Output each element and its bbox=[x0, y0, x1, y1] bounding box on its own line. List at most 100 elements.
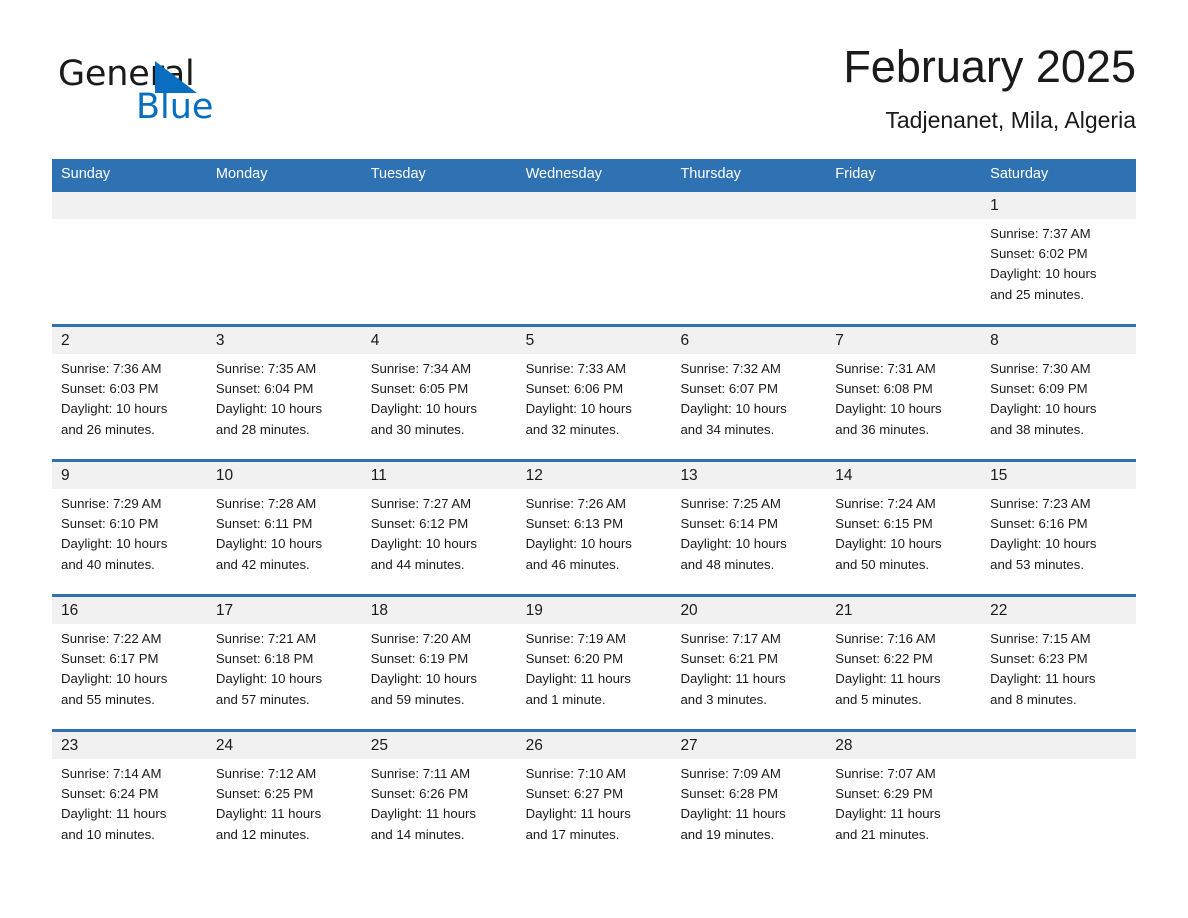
day-cell-23[interactable]: 23 Sunrise: 7:14 AM Sunset: 6:24 PM Dayligh… bbox=[52, 729, 207, 864]
day-cell-8[interactable]: 8 Sunrise: 7:30 AM Sunset: 6:09 PM Daylight… bbox=[981, 324, 1137, 459]
day-sun-info: Sunrise: 7:19 AM Sunset: 6:20 PM Daylight:… bbox=[517, 624, 672, 710]
weekday-header-friday: Friday bbox=[835, 166, 876, 182]
day-cell-empty bbox=[671, 189, 827, 324]
sunset-text: Sunset: 6:16 PM bbox=[990, 516, 1088, 532]
day-cell-12[interactable]: 12 Sunrise: 7:26 AM Sunset: 6:13 PM Dayligh… bbox=[516, 459, 672, 594]
day-number-band: 26 bbox=[516, 732, 672, 759]
calendar-week-row: 23 Sunrise: 7:14 AM Sunset: 6:24 PM Dayligh… bbox=[52, 729, 1137, 864]
daylight-text-line1: Daylight: 10 hours bbox=[680, 536, 787, 552]
day-cell-21[interactable]: 21 Sunrise: 7:16 AM Sunset: 6:22 PM Dayligh… bbox=[826, 594, 982, 729]
calendar-page: General Blue February 2025 Tadjenanet, M… bbox=[0, 0, 1188, 918]
day-cell-3[interactable]: 3 Sunrise: 7:35 AM Sunset: 6:04 PM Daylight… bbox=[206, 324, 362, 459]
day-cell-7[interactable]: 7 Sunrise: 7:31 AM Sunset: 6:08 PM Daylight… bbox=[826, 324, 982, 459]
day-cell-9[interactable]: 9 Sunrise: 7:29 AM Sunset: 6:10 PM Daylight… bbox=[52, 459, 207, 594]
daylight-text-line1: Daylight: 11 hours bbox=[525, 671, 631, 687]
day-number: 15 bbox=[990, 467, 1008, 484]
sunset-text: Sunset: 6:29 PM bbox=[835, 786, 933, 802]
day-number-band: 8 bbox=[981, 327, 1137, 354]
day-cell-20[interactable]: 20 Sunrise: 7:17 AM Sunset: 6:21 PM Dayligh… bbox=[671, 594, 827, 729]
day-number: 18 bbox=[370, 602, 388, 619]
sunrise-text: Sunrise: 7:09 AM bbox=[680, 766, 781, 781]
day-number: 11 bbox=[370, 467, 387, 484]
sunrise-text: Sunrise: 7:27 AM bbox=[370, 496, 472, 511]
day-number: 20 bbox=[680, 602, 698, 619]
day-cell-16[interactable]: 16 Sunrise: 7:22 AM Sunset: 6:17 PM Dayligh… bbox=[52, 594, 207, 729]
day-cell-17[interactable]: 17 Sunrise: 7:21 AM Sunset: 6:18 PM Dayligh… bbox=[206, 594, 362, 729]
day-number: 9 bbox=[61, 467, 70, 484]
sunset-text: Sunset: 6:05 PM bbox=[370, 381, 469, 397]
weekday-header-wednesday: Wednesday bbox=[525, 166, 602, 182]
day-cell-26[interactable]: 26 Sunrise: 7:10 AM Sunset: 6:27 PM Dayligh… bbox=[516, 729, 672, 864]
sunrise-text: Sunrise: 7:26 AM bbox=[525, 496, 627, 511]
day-sun-info: Sunrise: 7:30 AM Sunset: 6:09 PM Daylight:… bbox=[981, 354, 1136, 440]
day-cell-4[interactable]: 4 Sunrise: 7:34 AM Sunset: 6:05 PM Daylight… bbox=[361, 324, 517, 459]
sunset-text: Sunset: 6:09 PM bbox=[990, 381, 1088, 397]
day-cell-24[interactable]: 24 Sunrise: 7:12 AM Sunset: 6:25 PM Dayligh… bbox=[206, 729, 362, 864]
daylight-text-line2: and 17 minutes. bbox=[525, 826, 620, 842]
day-number-band: 24 bbox=[206, 732, 362, 759]
daylight-text-line2: and 50 minutes. bbox=[835, 556, 930, 572]
day-cell-13[interactable]: 13 Sunrise: 7:25 AM Sunset: 6:14 PM Dayligh… bbox=[671, 459, 827, 594]
day-cell-5[interactable]: 5 Sunrise: 7:33 AM Sunset: 6:06 PM Daylight… bbox=[516, 324, 672, 459]
daylight-text-line1: Daylight: 10 hours bbox=[61, 671, 168, 687]
sunset-text: Sunset: 6:24 PM bbox=[61, 786, 159, 802]
page-header: General Blue February 2025 Tadjenanet, M… bbox=[52, 40, 1136, 148]
day-sun-info: Sunrise: 7:10 AM Sunset: 6:27 PM Daylight:… bbox=[517, 759, 672, 845]
sunset-text: Sunset: 6:03 PM bbox=[61, 381, 159, 397]
sunset-text: Sunset: 6:04 PM bbox=[215, 381, 314, 397]
sunset-text: Sunset: 6:08 PM bbox=[835, 381, 933, 397]
daylight-text-line2: and 44 minutes. bbox=[370, 556, 465, 572]
day-number-band: 2 bbox=[52, 327, 207, 354]
daylight-text-line2: and 38 minutes. bbox=[990, 421, 1084, 437]
day-sun-info: Sunrise: 7:29 AM Sunset: 6:10 PM Daylight:… bbox=[52, 489, 207, 575]
calendar-table: Sunday Monday Tuesday Wednesday Thursday Frid… bbox=[52, 159, 1137, 864]
daylight-text-line1: Daylight: 11 hours bbox=[215, 806, 322, 822]
sunrise-text: Sunrise: 7:28 AM bbox=[215, 496, 317, 511]
day-sun-info: Sunrise: 7:26 AM Sunset: 6:13 PM Daylight:… bbox=[517, 489, 672, 575]
day-cell-15[interactable]: 15 Sunrise: 7:23 AM Sunset: 6:16 PM Dayligh… bbox=[981, 459, 1137, 594]
generalblue-logo[interactable]: General Blue bbox=[58, 54, 318, 136]
day-number: 13 bbox=[680, 467, 698, 484]
sunset-text: Sunset: 6:06 PM bbox=[525, 381, 624, 397]
weekday-header-thursday: Thursday bbox=[680, 166, 741, 182]
day-sun-info: Sunrise: 7:15 AM Sunset: 6:23 PM Daylight:… bbox=[981, 624, 1136, 710]
day-number: 5 bbox=[525, 332, 535, 349]
sunrise-text: Sunrise: 7:31 AM bbox=[835, 361, 936, 376]
day-cell-10[interactable]: 10 Sunrise: 7:28 AM Sunset: 6:11 PM Dayligh… bbox=[206, 459, 362, 594]
daylight-text-line1: Daylight: 10 hours bbox=[370, 401, 478, 417]
day-cell-28[interactable]: 28 Sunrise: 7:07 AM Sunset: 6:29 PM Dayligh… bbox=[826, 729, 982, 864]
day-number: 17 bbox=[215, 602, 234, 619]
day-number: 6 bbox=[680, 332, 690, 349]
daylight-text-line1: Daylight: 10 hours bbox=[835, 536, 942, 552]
day-sun-info: Sunrise: 7:31 AM Sunset: 6:08 PM Daylight:… bbox=[826, 354, 981, 440]
day-sun-info: Sunrise: 7:21 AM Sunset: 6:18 PM Daylight:… bbox=[207, 624, 362, 710]
sunrise-text: Sunrise: 7:11 AM bbox=[370, 766, 471, 781]
day-cell-11[interactable]: 11 Sunrise: 7:27 AM Sunset: 6:12 PM Dayligh… bbox=[361, 459, 517, 594]
location-subtitle: Tadjenanet, Mila, Algeria bbox=[885, 107, 1136, 133]
day-cell-1[interactable]: 1 Sunrise: 7:37 AM Sunset: 6:02 PM Daylight… bbox=[981, 189, 1137, 324]
day-cell-2[interactable]: 2 Sunrise: 7:36 AM Sunset: 6:03 PM Daylight… bbox=[52, 324, 207, 459]
sunset-text: Sunset: 6:07 PM bbox=[680, 381, 778, 397]
daylight-text-line1: Daylight: 10 hours bbox=[215, 401, 323, 417]
daylight-text-line2: and 3 minutes. bbox=[680, 691, 767, 707]
day-sun-info: Sunrise: 7:37 AM Sunset: 6:02 PM Daylight:… bbox=[981, 219, 1136, 305]
daylight-text-line2: and 34 minutes. bbox=[680, 421, 775, 437]
day-cell-25[interactable]: 25 Sunrise: 7:11 AM Sunset: 6:26 PM Dayligh… bbox=[361, 729, 517, 864]
sunrise-text: Sunrise: 7:35 AM bbox=[215, 361, 317, 376]
day-cell-14[interactable]: 14 Sunrise: 7:24 AM Sunset: 6:15 PM Dayligh… bbox=[826, 459, 982, 594]
day-number: 22 bbox=[990, 602, 1008, 619]
weekday-header-sunday: Sunday bbox=[61, 166, 111, 182]
day-cell-27[interactable]: 27 Sunrise: 7:09 AM Sunset: 6:28 PM Dayligh… bbox=[671, 729, 827, 864]
day-cell-empty bbox=[206, 189, 362, 324]
day-number-band: 19 bbox=[516, 597, 672, 624]
day-cell-6[interactable]: 6 Sunrise: 7:32 AM Sunset: 6:07 PM Daylight… bbox=[671, 324, 827, 459]
day-cell-19[interactable]: 19 Sunrise: 7:19 AM Sunset: 6:20 PM Dayligh… bbox=[516, 594, 672, 729]
day-number-band: 16 bbox=[52, 597, 207, 624]
sunrise-text: Sunrise: 7:07 AM bbox=[835, 766, 936, 781]
day-number-band: 28 bbox=[826, 732, 982, 759]
day-number-band: 7 bbox=[826, 327, 982, 354]
day-cell-18[interactable]: 18 Sunrise: 7:20 AM Sunset: 6:19 PM Dayligh… bbox=[361, 594, 517, 729]
day-cell-22[interactable]: 22 Sunrise: 7:15 AM Sunset: 6:23 PM Dayligh… bbox=[981, 594, 1137, 729]
day-number-band: 22 bbox=[981, 597, 1137, 624]
calendar-weeks: 1 Sunrise: 7:37 AM Sunset: 6:02 PM Daylight… bbox=[52, 189, 1137, 864]
